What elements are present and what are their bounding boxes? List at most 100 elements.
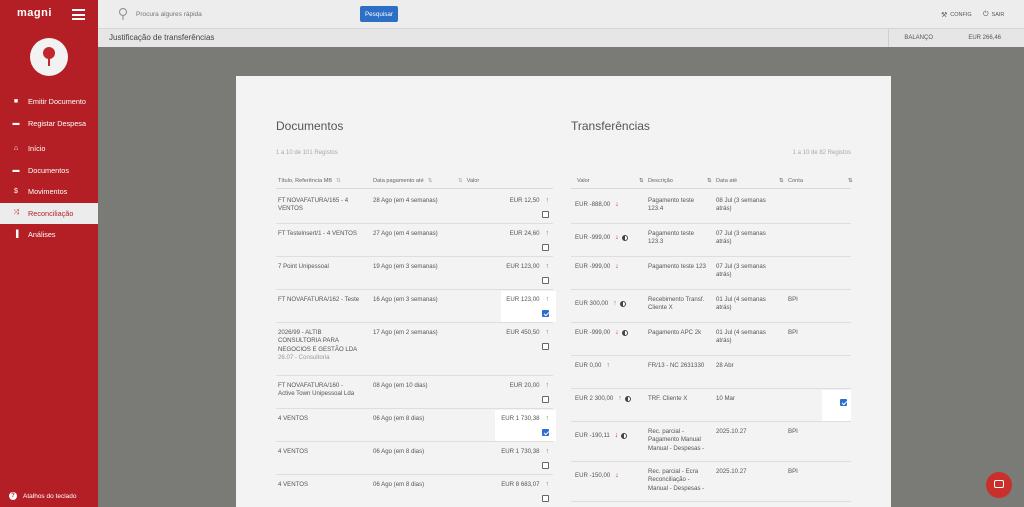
chat-button[interactable] — [986, 472, 1012, 498]
table-row[interactable]: 2026/99 - ALTIB CONSULTORIA PARA NEGOCIOS … — [276, 323, 553, 376]
title-line: 4 VENTOS — [278, 448, 309, 455]
half-circle-icon — [621, 235, 628, 242]
arrow-down-icon: ↓ — [615, 263, 619, 270]
date-line: atrás) — [716, 271, 732, 279]
select-checkbox[interactable] — [542, 396, 549, 403]
table-row[interactable]: EUR 2 300,00 ↑ TRF. Cliente X 10 Mar — [571, 389, 851, 422]
description-line: TRF. Cliente X — [648, 395, 688, 402]
column-header[interactable]: Conta — [788, 178, 803, 184]
table-row[interactable]: FT Testelnsert/1 - 4 VENTOS 27 Ago (em 4 … — [276, 224, 553, 257]
column-header-label: Valor — [466, 178, 480, 184]
sidebar-item-movimentos[interactable]: $ Movimentos — [0, 181, 98, 203]
sidebar-item-reconcilia-o[interactable]: ⤨ Reconciliação — [0, 202, 98, 224]
table-row[interactable]: EUR -999,00 ↓ Pagamento teste 123 07 Jul (3… — [571, 257, 851, 290]
table-row[interactable]: EUR -888,00 ↓ Pagamento teste 123.4 08 Jul (… — [571, 191, 851, 224]
brand-logo[interactable]: magni — [17, 7, 57, 19]
arrow-up-icon: ↑ — [545, 329, 550, 336]
sort-icon[interactable]: ⇅ — [336, 178, 341, 184]
payment-date: 28 Ago (em 4 semanas) — [373, 197, 438, 204]
table-row[interactable]: 4 VENTOS 06 Ago (em 8 dias) EUR 8 683,07 ↑ — [276, 475, 553, 507]
keyboard-shortcuts-link[interactable]: ? Atalhos do teclado — [9, 492, 76, 500]
sort-icon[interactable]: ⇅ — [707, 178, 712, 184]
document-title: FT NOVAFATURA/162 - Teste — [278, 296, 370, 304]
column-header-label: Data até — [716, 178, 738, 184]
title-line: NEGOCIOS E GESTÃO LDA — [278, 345, 358, 353]
select-checkbox[interactable] — [542, 310, 549, 317]
table-row[interactable]: EUR -190,11 ↓ Rec. parcial - Pagamento Manu… — [571, 422, 851, 462]
select-checkbox[interactable] — [542, 462, 549, 469]
transfer-value: EUR -150,00 — [575, 472, 611, 479]
sort-icon[interactable]: ⇅ — [639, 178, 644, 184]
table-row[interactable]: EUR 300,00 ↑ Recebimento Transf. Cliente X0… — [571, 290, 851, 323]
select-checkbox[interactable] — [542, 277, 549, 284]
sidebar: magni ■ Emitir Documento ▬ Registar Despesa… — [0, 0, 98, 507]
title-line: 2026/99 - ALTIB — [278, 329, 322, 336]
column-header-label: Título, Referência MB — [278, 178, 333, 184]
table-row[interactable]: 7 Point Unipessoal 19 Ago (em 3 semanas) E… — [276, 257, 553, 290]
select-checkbox[interactable] — [542, 244, 549, 251]
sort-icon[interactable]: ⇅ — [428, 178, 433, 184]
hamburger-menu-icon[interactable] — [72, 9, 85, 20]
select-checkbox[interactable] — [542, 429, 549, 436]
payment-date: 06 Ago (em 8 dias) — [373, 415, 425, 422]
document-title: 4 VENTOS — [278, 448, 370, 456]
value-cell: EUR 20,00 ↑ — [510, 382, 549, 390]
sidebar-item-label: Análises — [28, 230, 56, 240]
sidebar-item-label: Reconciliação — [28, 208, 74, 218]
table-row[interactable]: EUR -999,00 ↓ Pagamento APC 2k 01 Jul (4 se… — [571, 323, 851, 356]
column-header[interactable]: Data até — [716, 178, 737, 184]
arrow-up-icon: ↑ — [545, 481, 550, 488]
table-row[interactable]: FT NOVAFATURA/160 - Active Town Unipessoa… — [276, 376, 553, 409]
document-value: EUR 1 730,38 — [501, 448, 540, 455]
table-row[interactable]: 4 VENTOS 06 Ago (em 8 dias) EUR 1 730,38 ↑ — [276, 442, 553, 475]
table-row[interactable]: EUR -999,00 ↓ Pagamento teste 123.3 07 Jul (… — [571, 224, 851, 257]
column-header[interactable]: ⇅ Valor — [458, 178, 479, 184]
power-icon: ⏻ — [983, 11, 989, 18]
sidebar-item-documentos[interactable]: ▬ Documentos — [0, 160, 98, 182]
transfer-description: Rec. parcial - Ecra Reconciliação - Manual… — [648, 468, 714, 493]
description-line: Pagamento Manual — [648, 436, 701, 444]
sort-icon[interactable]: ⇅ — [458, 178, 463, 184]
column-header[interactable]: Descrição — [648, 178, 673, 184]
table-row[interactable]: EUR -150,00 ↓ Rec. parcial - Ecra Reconcili… — [571, 462, 851, 502]
half-circle-icon — [621, 330, 628, 337]
transfer-value: EUR -888,00 — [575, 201, 611, 208]
transfer-date: 10 Mar — [716, 395, 782, 403]
arrow-up-icon: ↑ — [618, 395, 622, 402]
config-link[interactable]: ⚒ CONFIG — [941, 11, 972, 19]
table-row[interactable]: 4 VENTOS 06 Ago (em 8 dias) EUR 1 730,38 ↑ — [276, 409, 553, 442]
sidebar-item-in-cio[interactable]: ⌂ Início — [0, 138, 98, 160]
search-button[interactable]: Pesquisar — [360, 6, 398, 22]
date-line: atrás) — [716, 205, 732, 213]
arrow-down-icon: ↓ — [615, 201, 619, 208]
select-checkbox[interactable] — [542, 343, 549, 350]
column-header[interactable]: Valor — [577, 178, 590, 184]
payment-date: 17 Ago (em 2 semanas) — [373, 329, 438, 336]
select-checkbox[interactable] — [840, 399, 847, 406]
description-line: Pagamento APC 2k — [648, 329, 702, 336]
date-line: atrás) — [716, 337, 732, 345]
sort-icon[interactable]: ⇅ — [779, 178, 784, 184]
sidebar-item-registar-despesa[interactable]: ▬ Registar Despesa — [0, 113, 98, 135]
transfer-description: Pagamento teste 123 — [648, 263, 714, 271]
table-row[interactable]: FT NOVAFATURA/165 - 4 VENTOS 28 Ago (em 4 … — [276, 191, 553, 224]
sidebar-item-emitir-documento[interactable]: ■ Emitir Documento — [0, 91, 98, 113]
table-row[interactable]: FT NOVAFATURA/162 - Teste 16 Ago (em 3 se… — [276, 290, 553, 323]
transfer-date: 2025.10.27 — [716, 468, 782, 476]
column-header[interactable]: Data pagamento até ⇅ — [373, 178, 432, 184]
date-line: 07 Jul (3 semanas — [716, 230, 766, 237]
transfer-date: 01 Jul (4 semanas atrás) — [716, 329, 782, 346]
search-input[interactable] — [136, 6, 356, 22]
sidebar-item-an-lises[interactable]: ▐ Análises — [0, 224, 98, 246]
column-header[interactable]: Título, Referência MB ⇅ — [278, 178, 341, 184]
table-row[interactable]: EUR 0,00 ↑ FR/13 - NC 2631330 28 Abr — [571, 356, 851, 389]
select-checkbox[interactable] — [542, 211, 549, 218]
select-checkbox[interactable] — [542, 495, 549, 502]
document-title: FT NOVAFATURA/165 - 4 VENTOS — [278, 197, 370, 214]
document-value: EUR 12,50 — [509, 197, 540, 204]
avatar[interactable] — [30, 38, 68, 76]
transfer-description: Pagamento teste 123.3 — [648, 230, 714, 247]
date-line: 07 Jul (3 semanas — [716, 263, 766, 270]
sort-icon[interactable]: ⇅ — [848, 178, 853, 184]
logout-link[interactable]: ⏻ SAIR — [983, 11, 1004, 19]
